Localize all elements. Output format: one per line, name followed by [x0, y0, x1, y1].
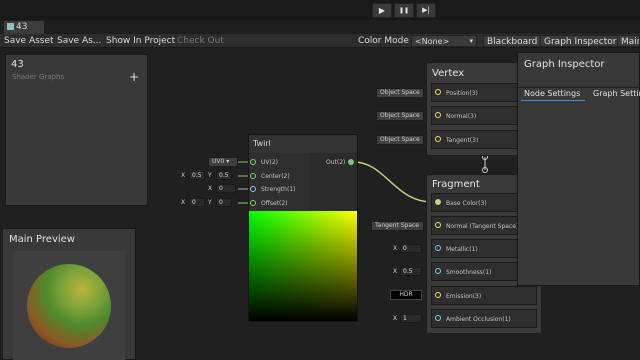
center-port-label: Center(2)	[261, 173, 290, 180]
center-x-label: X	[181, 172, 186, 179]
base-color-port[interactable]	[435, 199, 441, 205]
metallic-port[interactable]	[435, 245, 441, 251]
emission-hdr-swatch[interactable]: HDR	[390, 290, 422, 300]
offset-x-label: X	[181, 199, 186, 206]
preview-sphere	[27, 264, 111, 348]
normal-space-select[interactable]: Tangent Space	[371, 221, 424, 231]
smoothness-x-label: X	[393, 268, 398, 275]
tab-graph-settings[interactable]: Graph Settings	[593, 89, 640, 98]
strength-x-label: X	[208, 185, 213, 192]
twirl-to-basecolor-wire	[353, 161, 433, 203]
strength-port[interactable]	[250, 186, 256, 192]
offset-y-label: Y	[208, 199, 212, 206]
smoothness-port[interactable]	[435, 268, 441, 274]
active-tab-indicator	[521, 100, 585, 101]
vertex-title: Vertex	[432, 68, 465, 79]
metallic-field[interactable]: 0	[400, 244, 422, 253]
emission-port-label: Emission(3)	[446, 293, 482, 300]
normal-space-select[interactable]: Object Space	[376, 111, 424, 121]
offset-x-field[interactable]: 0	[189, 198, 205, 207]
twirl-preview	[249, 211, 357, 321]
ao-field[interactable]: 1	[400, 314, 422, 323]
ao-port-label: Ambient Occlusion(1)	[446, 316, 511, 323]
main-preview-panel[interactable]: Main Preview	[2, 228, 136, 360]
graph-inspector-title: Graph Inspector	[524, 59, 605, 70]
graph-inspector-panel[interactable]: Graph Inspector Node Settings Graph Sett…	[517, 52, 640, 286]
uv-port-label: UV(2)	[261, 159, 278, 166]
offset-y-field[interactable]: 0	[216, 198, 232, 207]
ao-port[interactable]	[435, 315, 441, 321]
inspector-divider	[518, 87, 640, 88]
offset-port-label: Offset(2)	[261, 200, 288, 207]
center-port[interactable]	[250, 173, 256, 179]
smoothness-port-label: Smoothness(1)	[446, 269, 492, 276]
blackboard-subtitle: Shader Graphs	[12, 73, 65, 81]
normal-port-label: Normal(3)	[446, 113, 477, 120]
smoothness-field[interactable]: 0.5	[400, 267, 422, 276]
offset-port[interactable]	[250, 200, 256, 206]
normal-port[interactable]	[435, 112, 441, 118]
tangent-port[interactable]	[435, 136, 441, 142]
strength-port-label: Strength(1)	[261, 186, 296, 193]
fragment-title: Fragment	[432, 179, 480, 190]
position-port[interactable]	[435, 89, 441, 95]
base-color-port-label: Base Color(3)	[446, 200, 487, 207]
center-x-field[interactable]: 0.5	[189, 171, 205, 180]
metallic-x-label: X	[393, 245, 398, 252]
twirl-node-title: Twirl	[249, 135, 357, 153]
emission-port[interactable]	[435, 292, 441, 298]
tab-node-settings[interactable]: Node Settings	[524, 89, 580, 98]
normal-ts-port[interactable]	[435, 222, 441, 228]
preview-viewport[interactable]	[13, 251, 125, 360]
tangent-space-select[interactable]: Object Space	[376, 135, 424, 145]
uv-channel-select[interactable]: UV0 ▾	[208, 157, 238, 167]
normal-ts-port-label: Normal (Tangent Space)(3)	[446, 223, 527, 230]
position-space-select[interactable]: Object Space	[376, 88, 424, 98]
main-preview-title: Main Preview	[9, 234, 75, 245]
metallic-port-label: Metallic(1)	[446, 246, 478, 253]
center-y-label: Y	[208, 172, 212, 179]
position-port-label: Position(3)	[446, 90, 478, 97]
strength-x-field[interactable]: 0	[216, 184, 236, 193]
ao-x-label: X	[393, 315, 398, 322]
blackboard-panel[interactable]: 43 Shader Graphs +	[5, 54, 148, 206]
blackboard-title: 43	[11, 59, 24, 70]
uv-port[interactable]	[250, 159, 256, 165]
out-port[interactable]	[348, 159, 354, 165]
tangent-port-label: Tangent(3)	[446, 137, 479, 144]
center-y-field[interactable]: 0.5	[216, 171, 232, 180]
out-port-label: Out(2)	[326, 159, 346, 166]
add-property-button[interactable]: +	[129, 70, 139, 84]
